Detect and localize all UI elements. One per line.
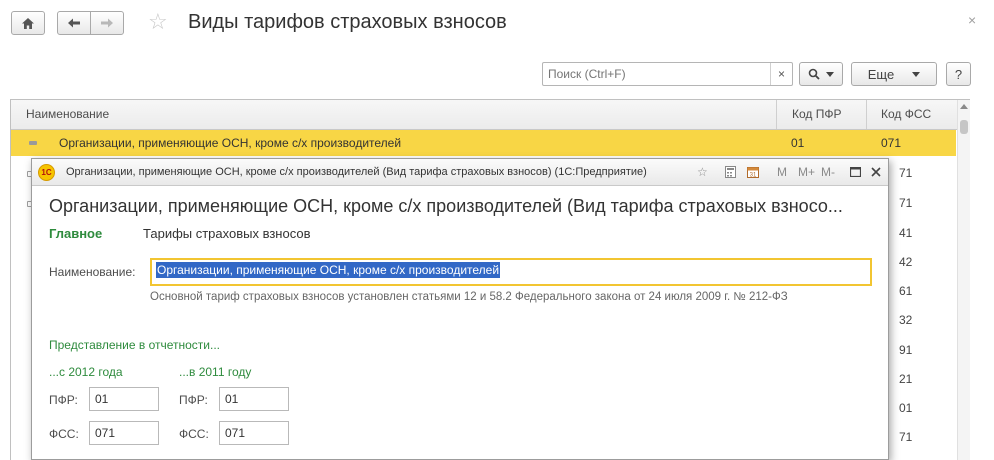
help-button-label: ? [954, 66, 963, 82]
name-field[interactable]: Организации, применяющие ОСН, кроме с/х … [150, 258, 872, 286]
element-marker-icon [29, 141, 37, 145]
back-button[interactable] [57, 11, 91, 35]
row-fss-partial: 01 [899, 401, 913, 415]
name-hint: Основной тариф страховых взносов установ… [150, 291, 788, 303]
favorite-star-icon[interactable]: ☆ [697, 165, 708, 179]
arrow-left-icon [68, 18, 80, 28]
chevron-down-icon [912, 71, 921, 77]
close-icon[interactable] [871, 167, 881, 177]
maximize-icon[interactable] [850, 167, 861, 177]
row-fss-partial: 91 [899, 343, 913, 357]
pfr-2011-field[interactable]: 01 [219, 387, 289, 411]
dialog-titlebar: 1C Организации, применяющие ОСН, кроме с… [32, 159, 888, 186]
row-fss-partial: 41 [899, 226, 913, 240]
row-pfr: 01 [791, 136, 805, 150]
home-button[interactable] [11, 11, 45, 35]
more-button-label: Еще [867, 66, 895, 82]
arrow-right-icon [101, 18, 113, 28]
home-icon [22, 17, 34, 29]
from-2012-header: ...с 2012 года [49, 365, 123, 379]
row-fss-partial: 71 [899, 166, 913, 180]
dialog-title: Организации, применяющие ОСН, кроме с/х … [49, 196, 843, 216]
app-window: ☆ Виды тарифов страховых взносов × × Еще… [0, 0, 994, 460]
calendar-icon[interactable]: 31 [747, 166, 759, 178]
memory-m-button[interactable]: M [777, 165, 787, 179]
name-field-value: Организации, применяющие ОСН, кроме с/х … [156, 262, 501, 278]
row-fss-partial: 71 [899, 196, 913, 210]
memory-plus-button[interactable]: M+ [798, 165, 815, 179]
column-header-name[interactable]: Наименование [26, 100, 109, 129]
row-fss-partial: 21 [899, 372, 913, 386]
in-2011-header: ...в 2011 году [179, 365, 252, 379]
row-fss-partial: 71 [899, 430, 913, 444]
page-title: Виды тарифов страховых взносов [188, 11, 507, 33]
column-header-pfr[interactable]: Код ПФР [792, 100, 842, 129]
row-fss-partial: 42 [899, 255, 913, 269]
svg-text:31: 31 [750, 173, 757, 179]
search-options-button[interactable] [799, 62, 843, 86]
fss-2011-label: ФСС: [179, 427, 209, 441]
chevron-down-icon [826, 71, 834, 77]
close-icon[interactable]: × [968, 12, 976, 28]
search-box[interactable]: × [542, 62, 793, 86]
tab-main[interactable]: Главное [49, 226, 102, 241]
pfr-2012-field[interactable]: 01 [89, 387, 159, 411]
scroll-up-icon[interactable] [960, 104, 968, 109]
dialog-window-title: Организации, применяющие ОСН, кроме с/х … [66, 166, 647, 178]
tab-insurance-tariffs[interactable]: Тарифы страховых взносов [143, 226, 311, 241]
row-fss-partial: 61 [899, 284, 913, 298]
tariff-dialog: 1C Организации, применяющие ОСН, кроме с… [31, 158, 889, 460]
fss-2012-field[interactable]: 071 [89, 421, 159, 445]
column-header-fss[interactable]: Код ФСС [881, 100, 931, 129]
search-clear-button[interactable]: × [770, 63, 792, 85]
table-header: Наименование Код ПФР Код ФСС [11, 100, 969, 130]
help-button[interactable]: ? [946, 62, 971, 86]
name-label: Наименование: [49, 265, 136, 279]
favorite-star-icon[interactable]: ☆ [148, 11, 168, 33]
app-logo-icon: 1C [38, 164, 55, 181]
more-button[interactable]: Еще [851, 62, 937, 86]
pfr-2012-label: ПФР: [49, 393, 78, 407]
table-row-selected[interactable]: Организации, применяющие ОСН, кроме с/х … [11, 130, 956, 156]
scroll-thumb[interactable] [960, 120, 968, 134]
fss-2012-label: ФСС: [49, 427, 79, 441]
search-icon [808, 68, 820, 80]
forward-button[interactable] [90, 11, 124, 35]
row-name: Организации, применяющие ОСН, кроме с/х … [59, 136, 402, 150]
pfr-2011-label: ПФР: [179, 393, 208, 407]
row-fss: 071 [881, 136, 902, 150]
calculator-icon[interactable] [725, 166, 736, 178]
reporting-header: Представление в отчетности... [49, 338, 220, 352]
search-input[interactable] [543, 63, 763, 85]
table-scrollbar[interactable] [957, 100, 970, 460]
row-fss-partial: 32 [899, 313, 913, 327]
fss-2011-field[interactable]: 071 [219, 421, 289, 445]
memory-minus-button[interactable]: M- [821, 165, 835, 179]
